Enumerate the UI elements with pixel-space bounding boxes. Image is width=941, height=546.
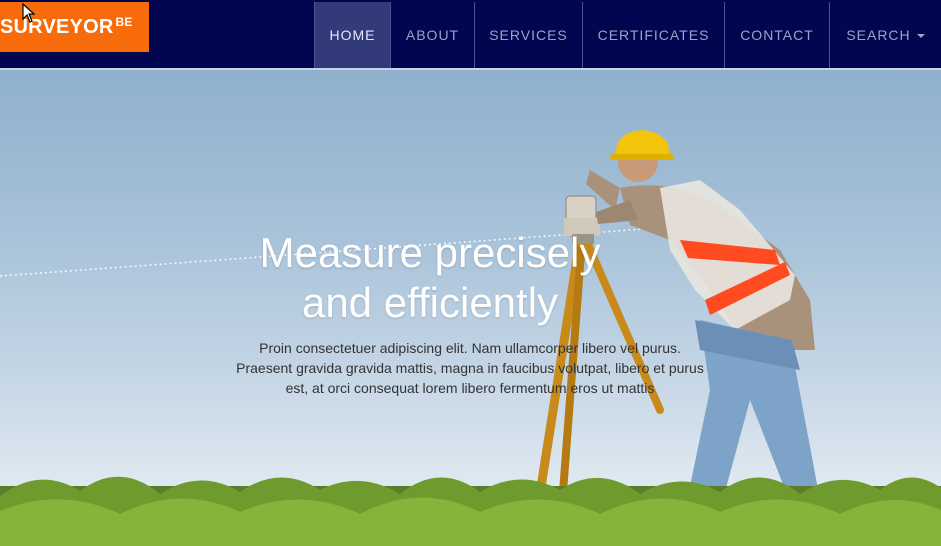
- hero-lead-text: Proin consectetuer adipiscing elit. Nam …: [220, 338, 720, 398]
- hero-headline-line1: Measure precisely: [259, 229, 601, 276]
- brand-suffix: BE: [115, 15, 133, 29]
- nav-search-dropdown[interactable]: SEARCH: [829, 2, 941, 68]
- hero-lead-line3: est, at orci consequat lorem libero ferm…: [285, 380, 655, 396]
- hero-headline: Measure precisely and efficiently: [170, 228, 690, 328]
- mouse-cursor-icon: [22, 3, 36, 23]
- brand-name: SURVEYOR: [0, 16, 114, 38]
- hero-lead-line1: Proin consectetuer adipiscing elit. Nam …: [259, 340, 681, 356]
- hero-headline-line2: and efficiently: [301, 279, 559, 326]
- main-nav: HOME ABOUT SERVICES CERTIFICATES CONTACT…: [314, 2, 941, 68]
- nav-services[interactable]: SERVICES: [474, 2, 582, 68]
- nav-home[interactable]: HOME: [314, 2, 390, 68]
- caret-down-icon: [916, 34, 925, 38]
- nav-certificates[interactable]: CERTIFICATES: [582, 2, 724, 68]
- nav-about[interactable]: ABOUT: [390, 2, 474, 68]
- hero-banner: Measure precisely and efficiently Proin …: [0, 70, 941, 546]
- nav-search-label: SEARCH: [846, 27, 911, 43]
- grass-field: [0, 476, 941, 546]
- nav-contact[interactable]: CONTACT: [724, 2, 829, 68]
- hero-lead-line2: Praesent gravida gravida mattis, magna i…: [236, 360, 704, 376]
- top-navbar: SURVEYOR BE HOME ABOUT SERVICES CERTIFICA…: [0, 0, 941, 70]
